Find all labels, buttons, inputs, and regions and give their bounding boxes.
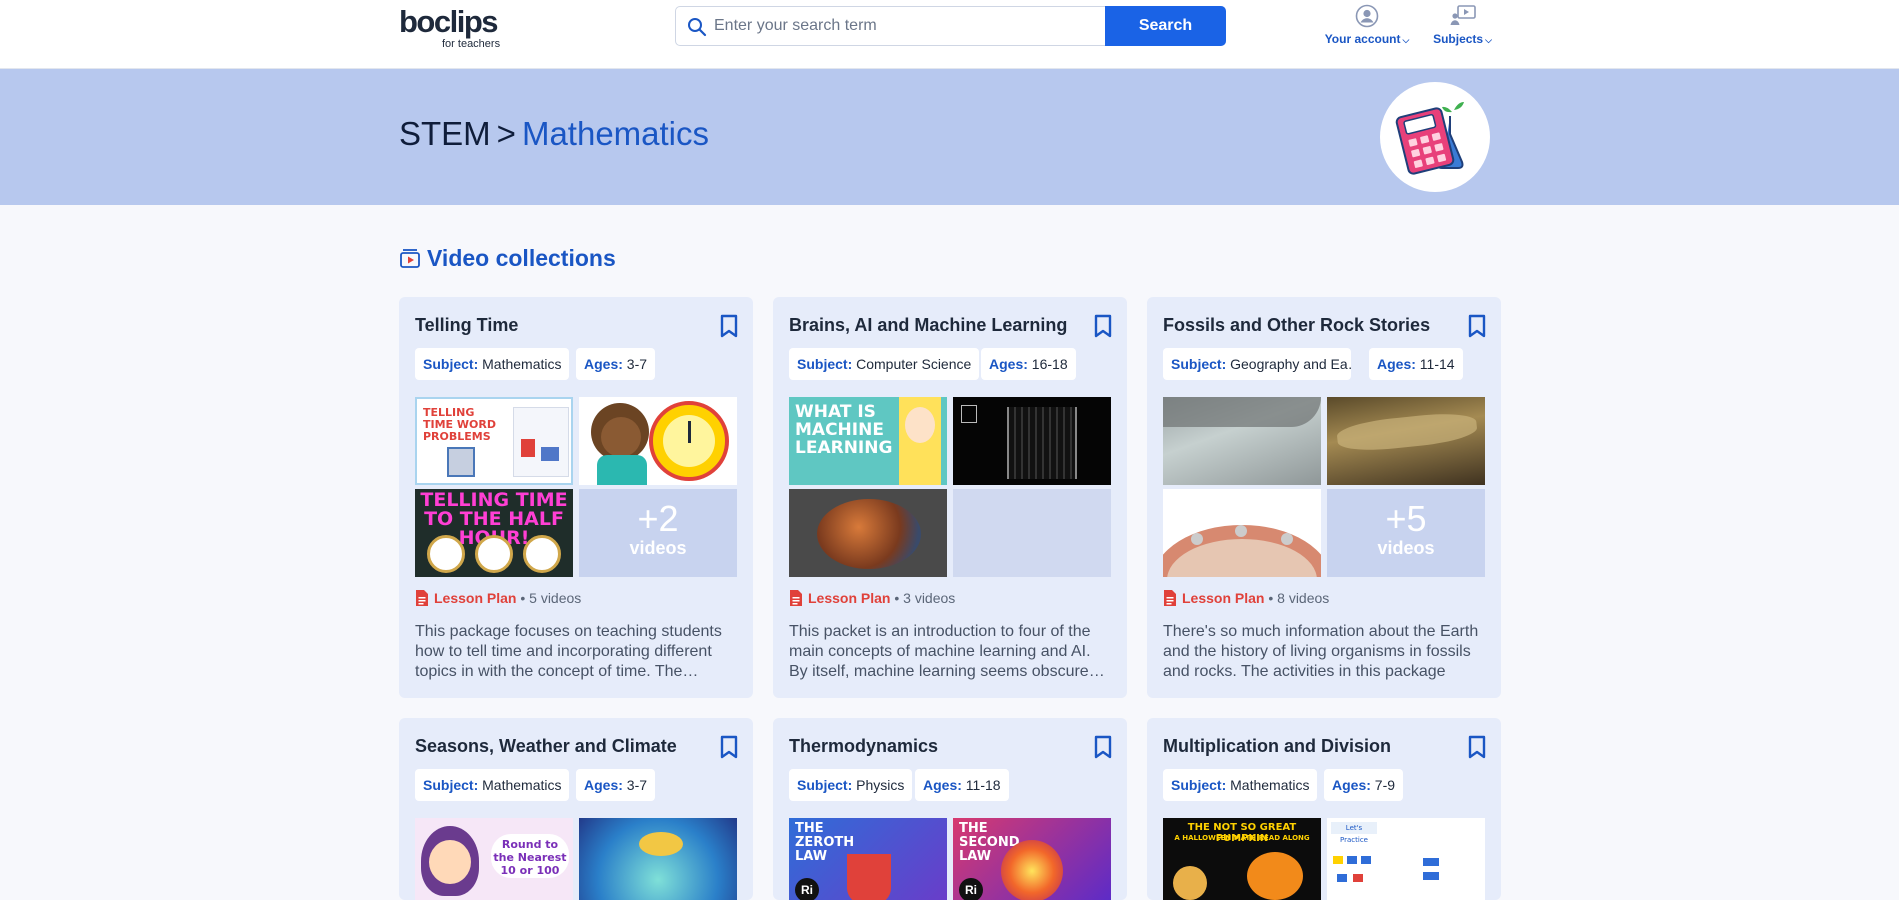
- subjects-label: Subjects: [1433, 32, 1484, 46]
- ages-tag: Ages: 3-7: [576, 769, 656, 801]
- search-icon: [688, 18, 707, 37]
- user-account-icon: [1355, 4, 1379, 28]
- collection-card[interactable]: Seasons, Weather and Climate Subject: Ma…: [399, 718, 753, 900]
- section-title: Video collections: [399, 245, 616, 272]
- empty-thumbnail: [953, 489, 1111, 577]
- card-description: There's so much information about the Ea…: [1163, 623, 1479, 680]
- your-account-menu[interactable]: Your account ⌵: [1318, 4, 1416, 46]
- chevron-down-icon: ⌵: [1402, 35, 1410, 45]
- card-meta: Lesson Plan • 5 videos: [415, 589, 581, 607]
- search-button[interactable]: Search: [1105, 6, 1226, 46]
- logo-wordmark: boclips: [399, 4, 499, 39]
- card-title[interactable]: Seasons, Weather and Climate: [415, 736, 677, 757]
- videos-count: • 5 videos: [520, 590, 582, 606]
- video-thumbnail[interactable]: [953, 397, 1111, 485]
- video-thumbnail[interactable]: THE NOT SO GREAT PUMPKIN A HALLOWEEN MAT…: [1163, 818, 1321, 900]
- subject-tag: Subject: Mathematics: [415, 769, 570, 801]
- lesson-plan-label: Lesson Plan: [808, 590, 891, 606]
- more-count: +5: [1385, 498, 1427, 539]
- chevron-down-icon: ⌵: [1485, 35, 1492, 45]
- collection-card[interactable]: Brains, AI and Machine Learning Subject:…: [773, 297, 1127, 698]
- subject-tag: Subject: Geography and Ea…: [1163, 348, 1351, 380]
- ages-tag: Ages: 11-18: [915, 769, 1009, 801]
- card-title[interactable]: Thermodynamics: [789, 736, 938, 757]
- subjects-screen-icon: [1450, 5, 1476, 25]
- subject-badge: [1380, 82, 1490, 192]
- video-thumbnail[interactable]: THE ZEROTH LAW Ri: [789, 818, 947, 900]
- card-title[interactable]: Brains, AI and Machine Learning: [789, 315, 1067, 336]
- top-header: boclips for teachers Search Your account…: [0, 0, 1899, 69]
- video-thumbnail[interactable]: THE SECOND LAW Ri: [953, 818, 1111, 900]
- video-thumbnail[interactable]: [1327, 397, 1485, 485]
- subject-banner: STEM > Mathematics: [0, 69, 1899, 205]
- collection-card[interactable]: Thermodynamics Subject: Physics Ages: 11…: [773, 718, 1127, 900]
- video-thumbnail[interactable]: TELLING TIME WORD PROBLEMS: [415, 397, 573, 485]
- card-description: This package focuses on teaching student…: [415, 623, 722, 680]
- card-title[interactable]: Multiplication and Division: [1163, 736, 1391, 757]
- ages-tag: Ages: 3-7: [576, 348, 656, 380]
- subject-tag: Subject: Mathematics: [1163, 769, 1318, 801]
- video-thumbnail[interactable]: [789, 489, 947, 577]
- lesson-plan-icon: [416, 590, 428, 606]
- ages-tag: Ages: 11-14: [1369, 348, 1463, 380]
- breadcrumb: STEM > Mathematics: [399, 115, 709, 153]
- bookmark-icon[interactable]: [1467, 314, 1487, 338]
- video-thumbnail[interactable]: [1163, 397, 1321, 485]
- video-thumbnail[interactable]: Round to the Nearest 10 or 100: [415, 818, 573, 900]
- video-thumbnail[interactable]: Let's Practice: [1327, 818, 1485, 900]
- collection-card[interactable]: Telling Time Subject: Mathematics Ages: …: [399, 297, 753, 698]
- more-videos-tile[interactable]: +5 videos: [1327, 489, 1485, 577]
- boclips-logo[interactable]: boclips for teachers: [399, 4, 511, 53]
- breadcrumb-parent[interactable]: STEM: [399, 115, 491, 152]
- subjects-menu[interactable]: Subjects ⌵: [1425, 4, 1500, 46]
- section-title-text: Video collections: [427, 245, 616, 271]
- bookmark-icon[interactable]: [1467, 735, 1487, 759]
- lesson-plan-icon: [790, 590, 802, 606]
- collection-card[interactable]: Fossils and Other Rock Stories Subject: …: [1147, 297, 1501, 698]
- lesson-plan-icon: [1164, 590, 1176, 606]
- ages-tag: Ages: 16-18: [981, 348, 1076, 380]
- logo-tagline: for teachers: [442, 38, 501, 50]
- lesson-plan-label: Lesson Plan: [1182, 590, 1265, 606]
- card-description: This packet is an introduction to four o…: [789, 623, 1105, 680]
- card-title[interactable]: Telling Time: [415, 315, 518, 336]
- video-thumbnail[interactable]: TELLING TIME TO THE HALF HOUR!: [415, 489, 573, 577]
- subject-tag: Subject: Mathematics: [415, 348, 570, 380]
- video-thumbnail[interactable]: WHAT IS MACHINE LEARNING: [789, 397, 947, 485]
- collection-card[interactable]: Multiplication and Division Subject: Mat…: [1147, 718, 1501, 900]
- card-meta: Lesson Plan • 3 videos: [789, 589, 955, 607]
- account-label: Your account: [1324, 32, 1401, 46]
- more-videos-tile[interactable]: +2 videos: [579, 489, 737, 577]
- bookmark-icon[interactable]: [1093, 735, 1113, 759]
- videos-count: • 3 videos: [894, 590, 956, 606]
- bookmark-icon[interactable]: [1093, 314, 1113, 338]
- subject-tag: Subject: Computer Science: [789, 348, 980, 380]
- video-collection-icon: [400, 249, 420, 268]
- breadcrumb-separator: >: [496, 115, 516, 152]
- more-count: +2: [637, 498, 679, 539]
- more-label: videos: [1377, 538, 1435, 558]
- more-label: videos: [629, 538, 687, 558]
- lesson-plan-label: Lesson Plan: [434, 590, 517, 606]
- calculator-flask-icon: [1395, 102, 1464, 175]
- video-thumbnail[interactable]: [579, 818, 737, 900]
- card-meta: Lesson Plan • 8 videos: [1163, 589, 1329, 607]
- video-thumbnail[interactable]: [1163, 489, 1321, 577]
- ages-tag: Ages: 7-9: [1324, 769, 1404, 801]
- breadcrumb-current: Mathematics: [521, 115, 710, 152]
- videos-count: • 8 videos: [1268, 590, 1330, 606]
- bookmark-icon[interactable]: [719, 314, 739, 338]
- bookmark-icon[interactable]: [719, 735, 739, 759]
- card-title[interactable]: Fossils and Other Rock Stories: [1163, 315, 1430, 336]
- subject-tag: Subject: Physics: [789, 769, 913, 801]
- video-thumbnail[interactable]: [579, 397, 737, 485]
